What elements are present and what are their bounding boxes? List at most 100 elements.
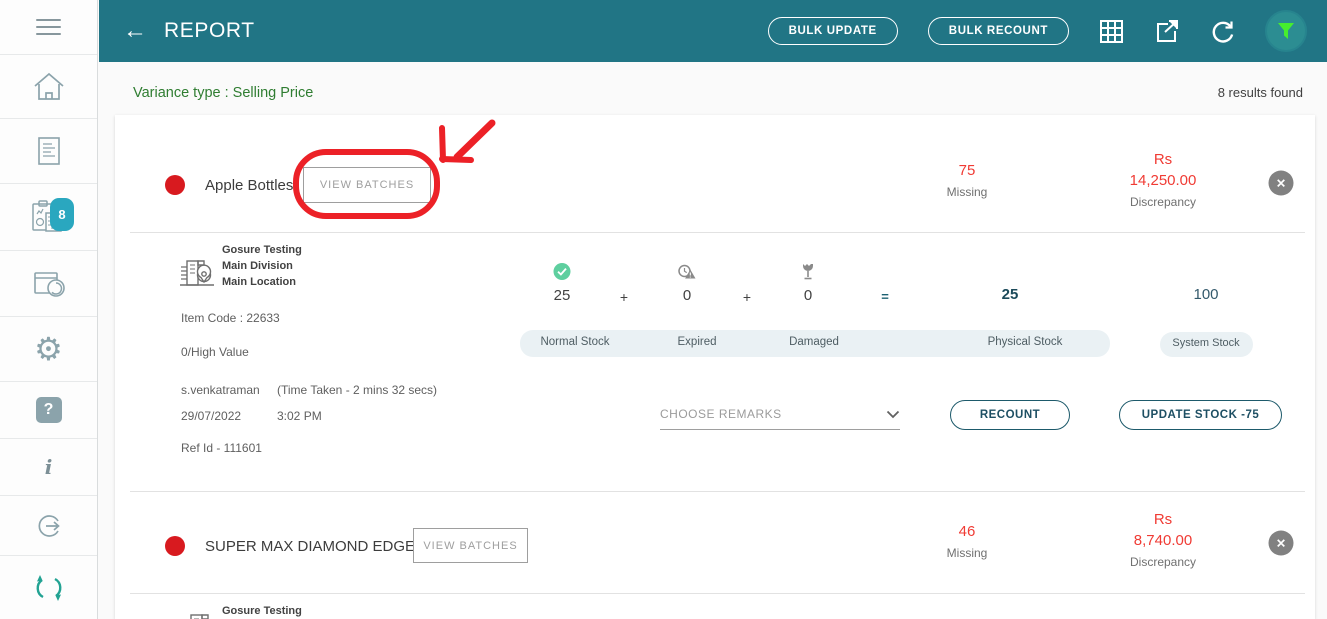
grid-view-icon[interactable]	[1099, 19, 1124, 44]
remarks-select[interactable]: CHOOSE REMARKS	[660, 407, 900, 430]
sidebar-item-logout[interactable]	[0, 496, 97, 556]
filter-funnel-icon	[1278, 23, 1294, 39]
gear-icon: ⚙	[34, 331, 63, 367]
discrepancy-value: 14,250.00	[1129, 172, 1197, 189]
expired-col: 0	[678, 263, 697, 304]
org-block: Gosure Testing Main Division Main Locati…	[222, 242, 302, 290]
physical-stock-value: 25	[1001, 286, 1019, 303]
discrepancy-stat: Rs 14,250.00 Discrepancy	[1130, 149, 1197, 209]
missing-value: 75	[958, 162, 976, 179]
plus-operator: +	[619, 289, 629, 305]
variance-status-dot	[165, 536, 185, 556]
refresh-icon[interactable]	[1210, 19, 1235, 44]
missing-stat: 46 Missing	[947, 521, 988, 560]
close-icon: ✕	[1275, 176, 1287, 190]
currency-label: Rs	[1153, 151, 1173, 168]
normal-stock-col: 25	[553, 263, 571, 304]
home-icon	[33, 72, 64, 100]
results-card: Apple Bottles VIEW BATCHES 75 Missing Rs…	[115, 115, 1315, 619]
damaged-col: 0	[801, 263, 815, 304]
help-icon: ?	[35, 397, 62, 423]
value-class: 0/High Value	[181, 345, 249, 359]
system-stock-value: 100	[1193, 286, 1219, 303]
update-stock-value: -75	[1241, 409, 1260, 421]
logout-icon	[37, 514, 60, 537]
sidebar: 8 ⚙ ? i	[0, 0, 98, 619]
store-location-icon	[190, 614, 209, 619]
export-share-icon[interactable]	[1154, 18, 1180, 44]
info-icon: i	[44, 455, 53, 479]
view-batches-button[interactable]: VIEW BATCHES	[303, 167, 431, 203]
ref-id: Ref Id - 111601	[181, 441, 262, 455]
bulk-update-button[interactable]: BULK UPDATE	[767, 17, 898, 45]
row-divider	[130, 593, 1305, 594]
update-stock-label: UPDATE STOCK	[1141, 409, 1238, 421]
page-title: REPORT	[164, 19, 255, 42]
count-date: 29/07/2022	[181, 409, 242, 423]
normal-stock-label: Normal Stock	[540, 336, 610, 348]
org-location: Main Location	[222, 276, 296, 288]
discrepancy-value: 8,740.00	[1133, 532, 1193, 549]
variance-type-label: Variance type : Selling Price	[133, 84, 314, 101]
sidebar-item-stock-count[interactable]: 8	[0, 184, 97, 251]
variance-status-dot	[165, 175, 185, 195]
discrepancy-stat: Rs 8,740.00 Discrepancy	[1130, 509, 1196, 569]
system-stock-label: System Stock	[1172, 337, 1240, 349]
results-meta-row: Variance type : Selling Price 8 results …	[99, 62, 1327, 115]
store-location-icon	[180, 260, 214, 286]
damaged-value: 0	[803, 287, 813, 304]
pending-count-badge: 8	[50, 198, 74, 231]
org-block: Gosure Testing	[222, 603, 302, 619]
product-name: Apple Bottles	[205, 177, 294, 194]
equals-operator: =	[881, 289, 889, 304]
filter-button[interactable]	[1265, 10, 1307, 52]
expired-clock-icon	[678, 264, 696, 279]
sidebar-item-home[interactable]	[0, 55, 97, 119]
close-icon: ✕	[1275, 536, 1287, 550]
check-circle-icon	[553, 263, 571, 280]
broken-glass-icon	[803, 264, 813, 280]
sidebar-item-reports[interactable]	[0, 119, 97, 184]
row-divider	[130, 491, 1305, 492]
back-arrow-icon[interactable]: ←	[123, 19, 147, 43]
sidebar-item-settings[interactable]: ⚙	[0, 317, 97, 382]
damaged-label: Damaged	[789, 336, 839, 348]
bulk-recount-button[interactable]: BULK RECOUNT	[927, 17, 1069, 45]
physical-stock-label: Physical Stock	[987, 336, 1063, 348]
plus-operator: +	[742, 289, 752, 305]
expired-label: Expired	[677, 336, 717, 348]
sidebar-item-info[interactable]: i	[0, 439, 97, 496]
dismiss-item-button[interactable]: ✕	[1268, 170, 1294, 196]
discrepancy-label: Discrepancy	[1129, 195, 1197, 209]
recount-button[interactable]: RECOUNT	[950, 400, 1070, 430]
app-header: ← REPORT BULK UPDATE BULK RECOUNT	[99, 0, 1327, 62]
results-count-label: 8 results found	[1217, 85, 1303, 100]
row-divider	[130, 232, 1305, 233]
expired-value: 0	[682, 287, 692, 304]
dismiss-item-button[interactable]: ✕	[1268, 530, 1294, 556]
document-icon	[37, 137, 60, 165]
discrepancy-label: Discrepancy	[1129, 555, 1197, 569]
sidebar-item-stock[interactable]	[0, 251, 97, 317]
sync-icon	[36, 574, 61, 601]
missing-label: Missing	[946, 546, 988, 560]
missing-value: 46	[958, 523, 976, 540]
org-division: Main Division	[222, 260, 293, 272]
sidebar-item-help[interactable]: ?	[0, 382, 97, 439]
menu-button[interactable]	[0, 0, 97, 55]
currency-label: Rs	[1153, 511, 1173, 528]
org-name: Gosure Testing	[222, 605, 302, 617]
time-taken: (Time Taken - 2 mins 32 secs)	[277, 383, 438, 397]
counted-by: s.venkatraman	[181, 383, 260, 397]
missing-label: Missing	[946, 185, 988, 199]
normal-stock-value: 25	[553, 287, 571, 304]
missing-stat: 75 Missing	[947, 160, 988, 199]
sidebar-item-sync[interactable]	[0, 556, 97, 619]
box-history-icon	[33, 271, 65, 297]
update-stock-button[interactable]: UPDATE STOCK -75	[1119, 400, 1282, 430]
chevron-down-icon	[886, 410, 900, 418]
product-name: SUPER MAX DIAMOND EDGE	[205, 538, 416, 555]
count-time: 3:02 PM	[277, 409, 322, 423]
view-batches-button[interactable]: VIEW BATCHES	[413, 528, 528, 563]
org-name: Gosure Testing	[222, 244, 302, 256]
